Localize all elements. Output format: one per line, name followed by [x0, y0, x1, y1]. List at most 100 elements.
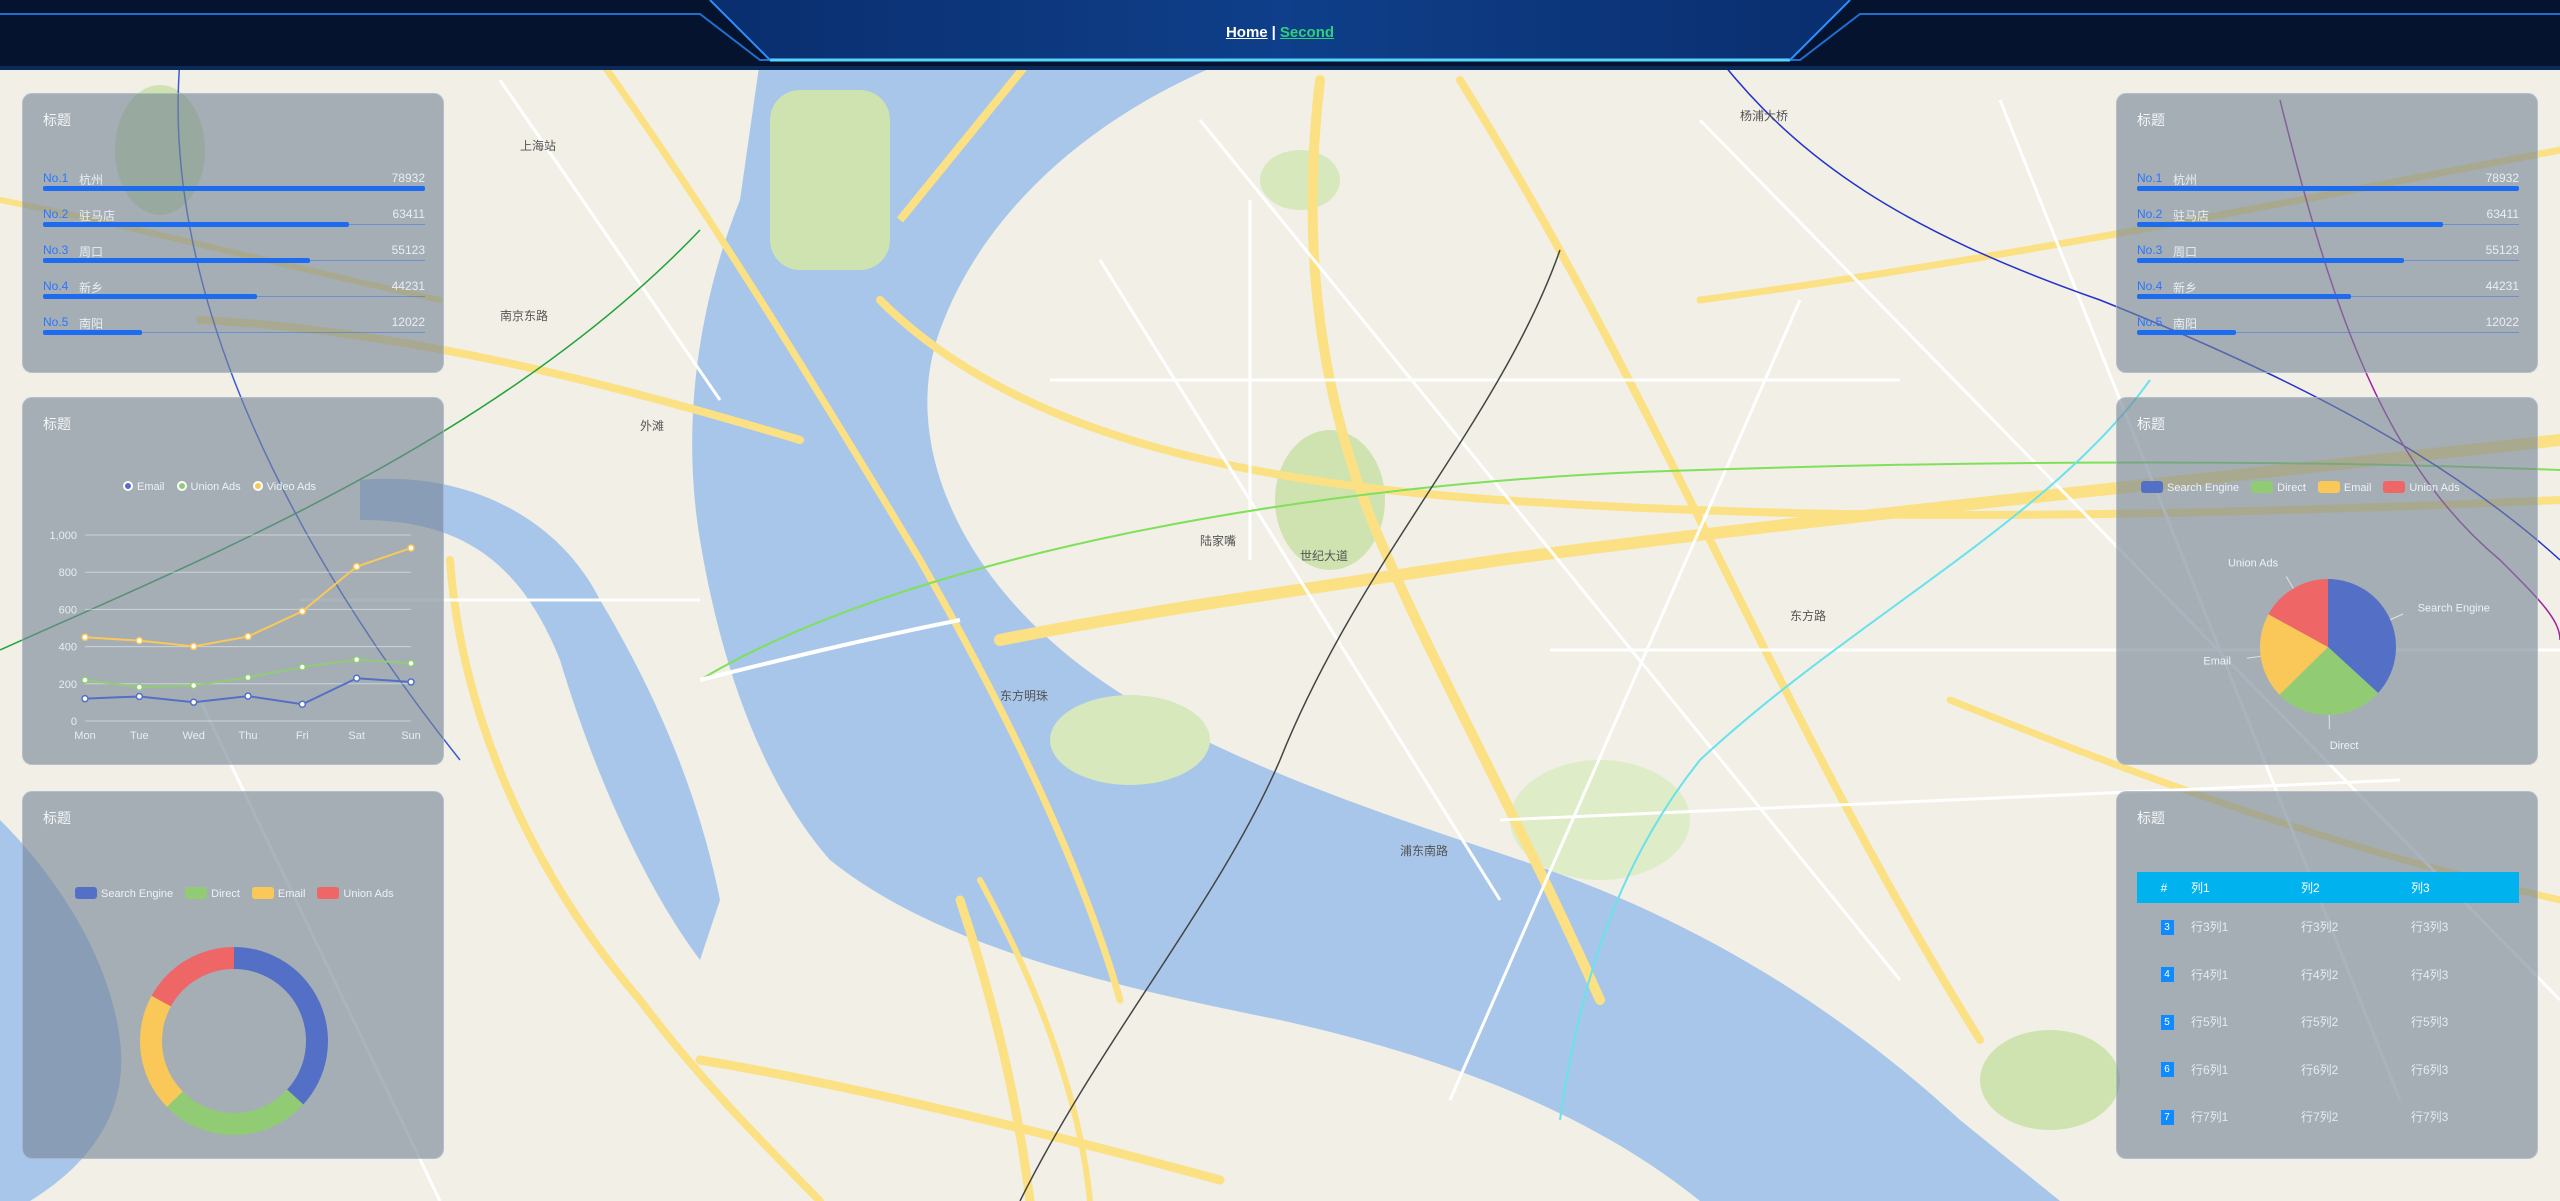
donut-chart-panel: 标题 Search Engine Direct Email Union Ads: [22, 791, 444, 1159]
rank-number: No.4: [2137, 279, 2163, 293]
pie-slice[interactable]: [140, 995, 183, 1107]
map-label: 东方路: [1790, 608, 1826, 623]
data-point[interactable]: [244, 673, 252, 682]
data-point[interactable]: [81, 676, 89, 684]
y-tick-label: 1,000: [49, 530, 77, 542]
data-point[interactable]: [298, 607, 307, 616]
pie-chart: Search Engine Direct Email Union Ads: [2203, 558, 2489, 752]
row-index-badge: 7: [2160, 1109, 2174, 1125]
rank-value: 12022: [391, 315, 425, 329]
data-point[interactable]: [189, 681, 198, 690]
map-label: 浦东南路: [1400, 843, 1448, 858]
ranking-list: No.1 杭州 78932 No.2 驻马店 63411 No.3 周口 55123 No.4 新乡…: [2137, 171, 2519, 351]
table-row[interactable]: 7 行7列1 行7列2 行7列3: [2137, 1093, 2519, 1141]
rank-row: No.1 杭州 78932: [2137, 171, 2519, 207]
pie-chart-panel: 标题 Search Engine Direct Email Union Ads Sea…: [2116, 397, 2538, 765]
slice-label: Union Ads: [2228, 558, 2279, 570]
rank-number: No.3: [43, 243, 69, 257]
y-tick-label: 800: [59, 567, 77, 579]
rank-row: No.4 新乡 44231: [2137, 279, 2519, 315]
table-header-cell: 列2: [2301, 872, 2411, 903]
data-point[interactable]: [407, 659, 415, 668]
pie-slice[interactable]: [151, 947, 234, 1007]
table-row[interactable]: 4 行4列1 行4列2 行4列3: [2137, 951, 2519, 999]
data-point[interactable]: [81, 633, 89, 642]
row-index-badge: 5: [2160, 1014, 2174, 1030]
table-cell: 行4列1: [2191, 967, 2229, 982]
rank-bar: [2137, 222, 2443, 227]
map-label: 世纪大道: [1300, 549, 1348, 563]
ranking-panel-left: 标题 No.1 杭州 78932 No.2 驻马店 63411 No.3 周口 55123 No.…: [22, 93, 444, 373]
row-index-badge: 3: [2160, 919, 2174, 935]
data-point[interactable]: [189, 642, 198, 651]
table-cell: 行4列2: [2301, 967, 2339, 982]
data-point[interactable]: [244, 692, 252, 700]
rank-bar: [2137, 186, 2519, 191]
data-point[interactable]: [135, 683, 144, 691]
nav-second-link[interactable]: Second: [1280, 24, 1334, 41]
data-point[interactable]: [352, 674, 361, 682]
data-point[interactable]: [189, 698, 198, 706]
panel-title: 标题: [43, 112, 71, 128]
map-label: 东方明珠: [1000, 688, 1048, 703]
rank-value: 55123: [2485, 243, 2519, 257]
rank-row: No.1 杭州 78932: [43, 171, 425, 207]
line-chart-panel: 标题 Email Union Ads Video Ads 0 200 400 600 800…: [22, 397, 444, 765]
x-tick-label: Sat: [348, 730, 365, 742]
label-leader-line: [2246, 655, 2261, 659]
table-row[interactable]: 6 行6列1 行6列2 行6列3: [2137, 1046, 2519, 1094]
slice-label: Email: [2203, 655, 2231, 667]
table-cell: 5: [2137, 998, 2191, 1046]
rank-bar: [2137, 294, 2351, 299]
rank-bar: [43, 330, 143, 335]
rank-value: 55123: [391, 243, 425, 257]
table-row[interactable]: 5 行5列1 行5列2 行5列3: [2137, 998, 2519, 1046]
table-cell: 行6列2: [2301, 1062, 2339, 1077]
data-point[interactable]: [135, 636, 144, 645]
table-cell: 行7列1: [2191, 1110, 2229, 1125]
data-point[interactable]: [244, 632, 252, 641]
rank-number: No.2: [43, 207, 69, 221]
data-point[interactable]: [407, 544, 415, 552]
rank-number: No.1: [43, 171, 69, 185]
data-point[interactable]: [81, 694, 89, 703]
table-cell: 行3列3: [2411, 920, 2449, 935]
series-line[interactable]: [84, 547, 412, 648]
table-row[interactable]: 3 行3列1 行3列2 行3列3: [2137, 903, 2519, 951]
x-tick-label: Thu: [239, 730, 258, 742]
x-tick-label: Fri: [296, 730, 309, 742]
data-point[interactable]: [352, 655, 361, 664]
table-cell: 行7列2: [2301, 1110, 2339, 1125]
header-nav: Home | Second: [0, 24, 2560, 41]
rank-value: 78932: [2485, 171, 2519, 185]
y-tick-label: 0: [71, 716, 77, 728]
table-cell: 7: [2137, 1093, 2191, 1141]
rank-bar: [2137, 330, 2237, 335]
series-line[interactable]: [84, 658, 412, 689]
pie-slice[interactable]: [167, 1089, 304, 1135]
nav-home-link[interactable]: Home: [1226, 24, 1268, 41]
rank-value: 63411: [392, 207, 425, 221]
rank-bar: [43, 222, 349, 227]
series-line[interactable]: [84, 677, 412, 706]
label-leader-line: [2390, 613, 2404, 621]
data-point[interactable]: [298, 663, 307, 671]
table-panel: 标题 # 列1 列2 列3 3 行3列1 行3列2 行3列3 4 行4列1 行4列2 行4列3…: [2116, 791, 2538, 1159]
map-label: 南京东路: [500, 308, 548, 323]
data-point[interactable]: [135, 692, 144, 701]
row-index-badge: 4: [2160, 967, 2174, 983]
rank-row: No.2 驻马店 63411: [2137, 207, 2519, 243]
table-cell: 行4列3: [2411, 967, 2449, 982]
table-cell: 4: [2137, 951, 2191, 999]
pie-slice[interactable]: [234, 947, 328, 1105]
data-point[interactable]: [352, 562, 361, 571]
label-leader-line: [2285, 576, 2294, 589]
rank-row: No.3 周口 55123: [43, 243, 425, 279]
data-point[interactable]: [407, 678, 415, 686]
map-label: 外滩: [640, 419, 664, 433]
rank-value: 12022: [2485, 315, 2519, 329]
data-point[interactable]: [298, 700, 307, 709]
table-cell: 行7列3: [2411, 1110, 2449, 1125]
row-index-badge: 6: [2160, 1062, 2174, 1078]
rank-value: 63411: [2486, 207, 2519, 221]
